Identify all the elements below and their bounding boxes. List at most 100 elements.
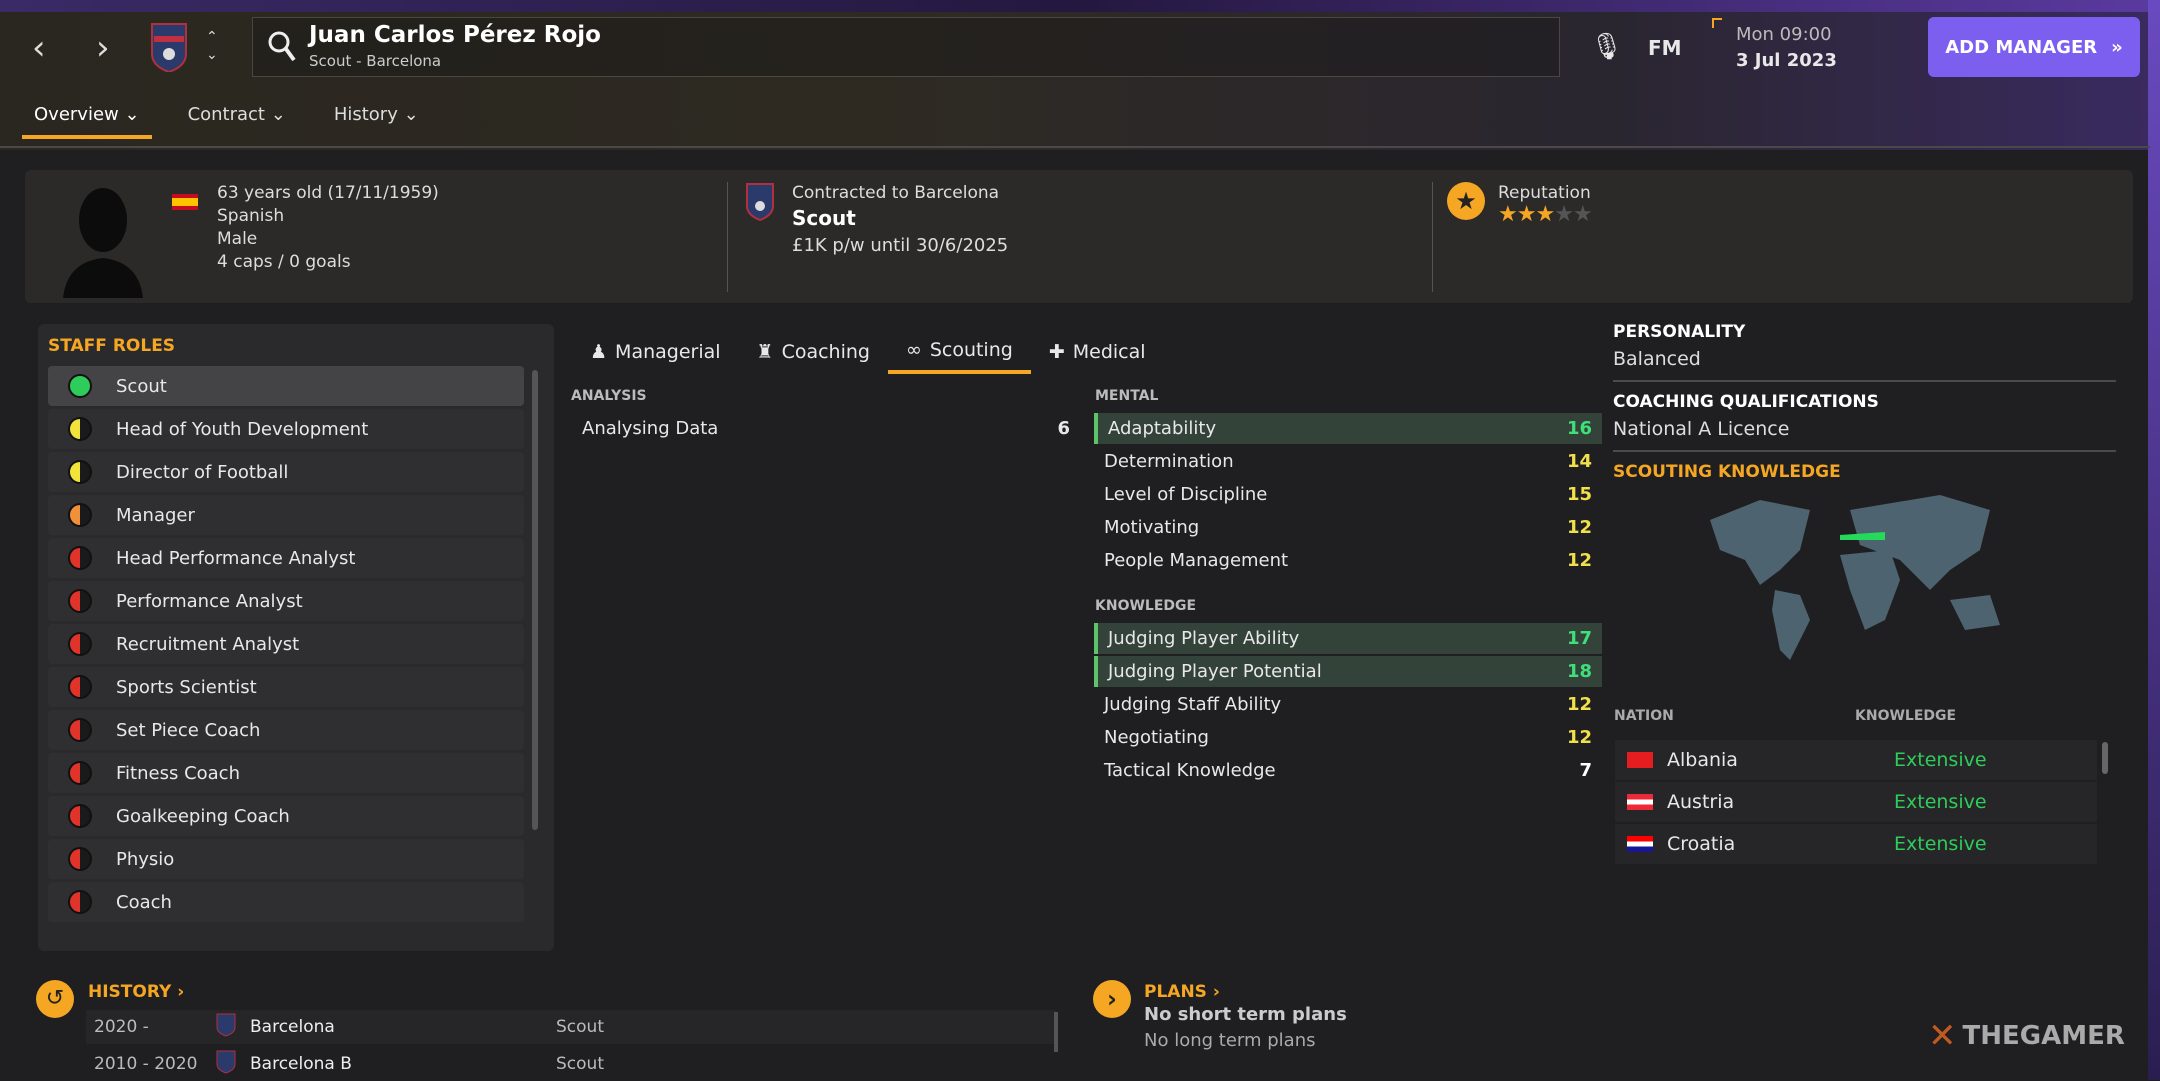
qualifications-value: National A Licence: [1613, 418, 1790, 440]
add-manager-button[interactable]: ADD MANAGER »: [1928, 17, 2140, 77]
avatar: [53, 178, 153, 302]
attribute-row[interactable]: People Management 12: [1094, 545, 1602, 576]
attribute-row[interactable]: Adaptability 16: [1094, 413, 1602, 444]
history-link[interactable]: HISTORY ›: [88, 982, 184, 1002]
reputation-star-icon: ★: [1447, 182, 1485, 220]
staff-name: Juan Carlos Pérez Rojo: [309, 22, 601, 48]
tab-scouting[interactable]: ∞ Scouting: [887, 330, 1031, 374]
role-label: Head Performance Analyst: [116, 547, 356, 569]
attribute-label: Judging Staff Ability: [1104, 694, 1282, 715]
role-suitability-icon: [68, 718, 92, 742]
plans-icon: ›: [1093, 980, 1131, 1018]
staff-role-item[interactable]: Recruitment Analyst: [48, 624, 524, 664]
card-divider: [1432, 182, 1433, 292]
profile-card: 63 years old (17/11/1959) Spanish Male 4…: [25, 170, 2133, 303]
reputation-stars: ★★★★★: [1498, 202, 1593, 227]
add-manager-label: ADD MANAGER: [1945, 36, 2098, 58]
tab-contract[interactable]: Contract ⌄: [176, 100, 298, 139]
tab-managerial[interactable]: ♟ Managerial: [572, 330, 739, 374]
forward-button[interactable]: ›: [96, 28, 110, 68]
staff-role-item[interactable]: Scout: [48, 366, 524, 406]
attribute-label: Motivating: [1104, 517, 1200, 538]
history-scrollbar[interactable]: [1054, 1012, 1058, 1052]
microphone-icon[interactable]: 🎙: [1590, 32, 1623, 62]
club-crest-icon: [216, 1013, 236, 1042]
role-suitability-icon: [68, 417, 92, 441]
staff-role-item[interactable]: Fitness Coach: [48, 753, 524, 793]
nations-scrollbar[interactable]: [2102, 742, 2108, 774]
staff-role-item[interactable]: Performance Analyst: [48, 581, 524, 621]
staff-role-item[interactable]: Head of Youth Development: [48, 409, 524, 449]
staff-subtitle: Scout - Barcelona: [309, 52, 442, 70]
staff-role-item[interactable]: Manager: [48, 495, 524, 535]
history-club[interactable]: Barcelona: [236, 1017, 556, 1037]
staff-role-item[interactable]: Sports Scientist: [48, 667, 524, 707]
roles-scrollbar[interactable]: [532, 370, 538, 830]
card-divider: [727, 182, 728, 292]
club-crest-icon: [216, 1050, 236, 1079]
nation-column-header[interactable]: NATION: [1614, 708, 1674, 724]
role-suitability-icon: [68, 503, 92, 527]
attribute-row[interactable]: Judging Player Potential 18: [1094, 656, 1602, 687]
role-suitability-icon: [68, 804, 92, 828]
attribute-row[interactable]: Analysing Data 6: [572, 413, 1080, 444]
current-date[interactable]: 3 Jul 2023: [1736, 50, 1837, 71]
staff-role-item[interactable]: Head Performance Analyst: [48, 538, 524, 578]
qualifications-title: COACHING QUALIFICATIONS: [1613, 392, 1879, 412]
plans-link[interactable]: PLANS ›: [1144, 982, 1220, 1002]
tab-history[interactable]: History ⌄: [322, 100, 431, 139]
right-edge: [2148, 0, 2160, 1080]
attribute-row[interactable]: Motivating 12: [1094, 512, 1602, 543]
nation-name: Albania: [1667, 749, 1738, 771]
back-button[interactable]: ‹: [32, 28, 46, 68]
nation-row[interactable]: Croatia Extensive: [1615, 824, 2097, 864]
tab-overview[interactable]: Overview ⌄: [22, 100, 152, 139]
knowledge-column-header[interactable]: KNOWLEDGE: [1855, 708, 1956, 724]
history-row[interactable]: 2020 - Barcelona Scout: [86, 1010, 1056, 1044]
corner-decoration: [1712, 18, 1722, 28]
role-label: Physio: [116, 848, 175, 870]
knowledge-title: KNOWLEDGE: [1095, 598, 1197, 614]
search-box[interactable]: Juan Carlos Pérez Rojo Scout - Barcelona: [252, 17, 1560, 77]
attribute-row[interactable]: Judging Player Ability 17: [1094, 623, 1602, 654]
star-icon: ★: [1572, 202, 1593, 227]
club-crest-icon[interactable]: [150, 22, 188, 76]
role-suitability-icon: [68, 374, 92, 398]
role-suitability-icon: [68, 847, 92, 871]
attribute-row[interactable]: Determination 14: [1094, 446, 1602, 477]
tab-medical[interactable]: ✚ Medical: [1031, 330, 1164, 374]
attribute-label: Determination: [1104, 451, 1234, 472]
history-club[interactable]: Barcelona B: [236, 1054, 556, 1074]
attribute-row[interactable]: Level of Discipline 15: [1094, 479, 1602, 510]
staff-role-item[interactable]: Coach: [48, 882, 524, 922]
role-label: Recruitment Analyst: [116, 633, 300, 655]
staff-role-item[interactable]: Physio: [48, 839, 524, 879]
nation-row[interactable]: Albania Extensive: [1615, 740, 2097, 780]
nation-row[interactable]: Austria Extensive: [1615, 782, 2097, 822]
tab-coaching[interactable]: ♜ Coaching: [739, 330, 888, 374]
attribute-tabs: ♟ Managerial ♜ Coaching ∞ Scouting ✚ Medical: [572, 330, 1164, 374]
nationality[interactable]: Spanish: [217, 205, 284, 228]
role-label: Performance Analyst: [116, 590, 303, 612]
contract-role: Scout: [792, 206, 856, 230]
club-switch-arrows[interactable]: ⌃ ⌄: [206, 28, 218, 64]
attribute-row[interactable]: Negotiating 12: [1094, 722, 1602, 753]
history-row[interactable]: 2010 - 2020 Barcelona B Scout: [86, 1047, 1056, 1081]
attribute-row[interactable]: Tactical Knowledge 7: [1094, 755, 1602, 786]
staff-role-item[interactable]: Director of Football: [48, 452, 524, 492]
fm-button[interactable]: FM: [1648, 36, 1682, 60]
star-icon: ★: [1535, 202, 1555, 227]
staff-role-item[interactable]: Set Piece Coach: [48, 710, 524, 750]
attribute-row[interactable]: Judging Staff Ability 12: [1094, 689, 1602, 720]
attribute-value: 12: [1566, 550, 1592, 571]
analysis-title: ANALYSIS: [571, 388, 647, 404]
attribute-label: Adaptability: [1108, 418, 1217, 439]
contracted-to[interactable]: Contracted to Barcelona: [792, 182, 999, 205]
gender: Male: [217, 229, 258, 249]
world-map[interactable]: [1700, 490, 2030, 674]
right-panel: PERSONALITY Balanced COACHING QUALIFICAT…: [1613, 322, 2116, 482]
attribute-value: 18: [1566, 661, 1592, 682]
role-label: Director of Football: [116, 461, 289, 483]
staff-role-item[interactable]: Goalkeeping Coach: [48, 796, 524, 836]
personality-title: PERSONALITY: [1613, 322, 1746, 342]
